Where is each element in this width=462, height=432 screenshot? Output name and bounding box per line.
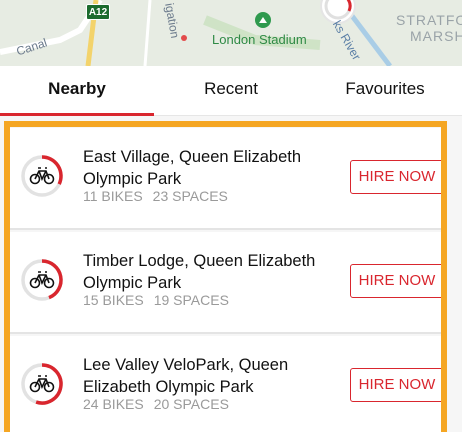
map-label-area-line2: MARSH bbox=[410, 28, 462, 44]
map-label-stadium: London Stadium bbox=[212, 32, 307, 47]
road-badge: A12 bbox=[86, 4, 110, 20]
map-view[interactable]: A12 Canal igation London Stadium ks Rive… bbox=[0, 0, 462, 66]
map-label-area: STRATFO MARSH bbox=[396, 12, 462, 44]
selection-highlight bbox=[4, 121, 447, 432]
stadium-icon bbox=[255, 12, 271, 28]
tab-nearby[interactable]: Nearby bbox=[0, 66, 154, 116]
map-label-area-line1: STRATFO bbox=[396, 12, 462, 28]
tab-favourites[interactable]: Favourites bbox=[308, 66, 462, 115]
tab-bar: Nearby Recent Favourites bbox=[0, 66, 462, 116]
tab-recent[interactable]: Recent bbox=[154, 66, 308, 115]
